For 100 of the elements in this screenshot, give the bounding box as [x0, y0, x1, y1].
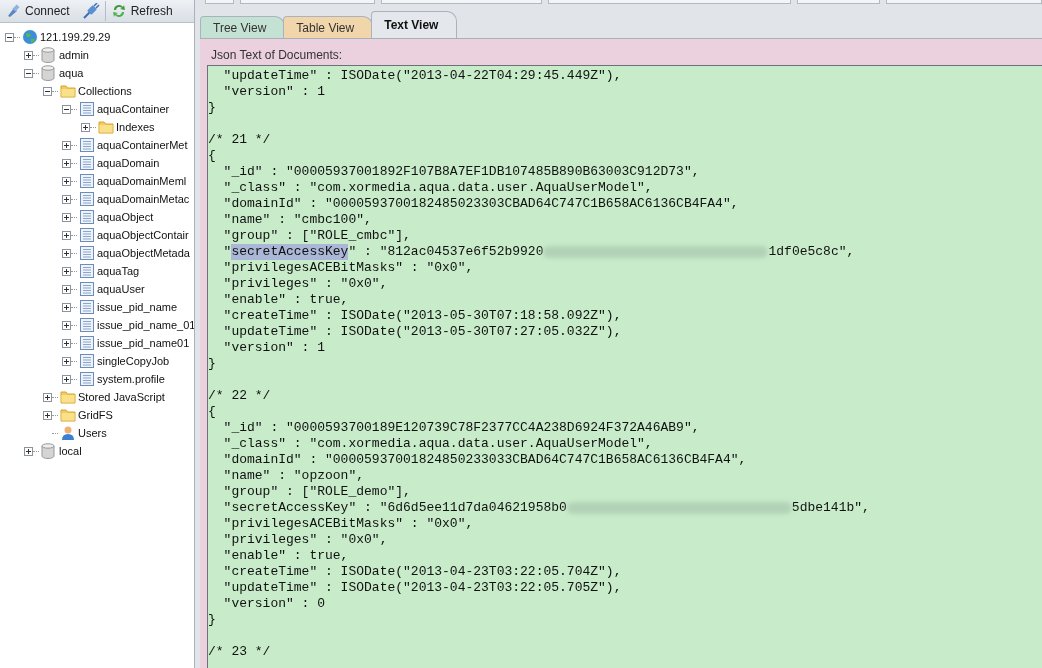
code-line: "domainId" : "00005937001824850233033CBAD64C747C1B658AC6136CB4FA4",: [222, 452, 747, 468]
table-icon: [79, 173, 95, 189]
code-text: " : "812ac04537e6f52b9920: [348, 244, 544, 260]
tree-item[interactable]: singleCopyJob: [96, 355, 171, 367]
code-line: "version" : 1: [222, 340, 326, 356]
code-line: }: [208, 100, 216, 116]
tree-item[interactable]: aquaDomainMeml: [96, 175, 188, 187]
table-icon: [79, 227, 95, 243]
code-line: "version" : 0: [222, 596, 326, 612]
code-line: {: [208, 148, 216, 164]
database-icon: [41, 47, 55, 63]
tree-item[interactable]: aqua: [58, 67, 85, 79]
expand-icon[interactable]: [62, 302, 71, 312]
code-line: "version" : 1: [222, 84, 326, 100]
tree-item[interactable]: aquaObject: [96, 211, 155, 223]
user-icon: [60, 425, 76, 441]
code-line: "updateTime" : ISODate("2013-04-22T04:29:45.449Z"),: [222, 68, 622, 84]
expand-icon[interactable]: [43, 410, 52, 420]
code-line: "createTime" : ISODate("2013-05-30T07:18:58.092Z"),: [222, 308, 622, 324]
table-icon: [79, 137, 95, 153]
code-line: "privilegesACEBitMasks" : "0x0",: [222, 516, 474, 532]
expand-icon[interactable]: [24, 50, 33, 60]
tree-item[interactable]: Indexes: [115, 121, 156, 133]
tree-item[interactable]: aquaObjectContair: [96, 229, 190, 241]
expand-icon[interactable]: [62, 158, 71, 168]
expand-icon[interactable]: [43, 392, 52, 402]
code-line: "_class" : "com.xormedia.aqua.data.user.AquaUserModel",: [222, 180, 653, 196]
expand-icon[interactable]: [62, 338, 71, 348]
expand-icon[interactable]: [62, 374, 71, 384]
tree-item[interactable]: aquaObjectMetada: [96, 247, 191, 259]
code-line: "updateTime" : ISODate("2013-04-23T03:22:05.705Z"),: [222, 580, 622, 596]
collapse-icon[interactable]: [43, 86, 52, 96]
tree-item[interactable]: issue_pid_name_01: [96, 319, 194, 331]
tree-item[interactable]: GridFS: [77, 409, 114, 421]
tree-item[interactable]: issue_pid_name01: [96, 337, 191, 349]
expand-icon[interactable]: [62, 140, 71, 150]
expand-icon[interactable]: [62, 176, 71, 186]
table-icon: [79, 281, 95, 297]
tree-item[interactable]: local: [58, 445, 83, 457]
expand-icon[interactable]: [62, 212, 71, 222]
expand-icon[interactable]: [62, 266, 71, 276]
code-line: "privileges" : "0x0",: [222, 532, 388, 548]
code-text: ": [222, 244, 232, 260]
table-icon: [79, 209, 95, 225]
tree-item[interactable]: admin: [58, 49, 90, 61]
code-line: {: [208, 404, 216, 420]
table-icon: [79, 335, 95, 351]
tree-item[interactable]: aquaDomainMetac: [96, 193, 191, 205]
tree-item[interactable]: aquaContainerMet: [96, 139, 189, 151]
globe-icon: [22, 29, 38, 45]
code-line: "name" : "cmbc100",: [222, 212, 372, 228]
tree-item[interactable]: issue_pid_name: [96, 301, 179, 313]
expand-icon[interactable]: [62, 284, 71, 294]
tree-item[interactable]: Users: [77, 427, 108, 439]
expand-icon[interactable]: [62, 230, 71, 240]
tree-item[interactable]: system.profile: [96, 373, 166, 385]
collapse-icon[interactable]: [5, 32, 14, 42]
expand-icon[interactable]: [62, 194, 71, 204]
code-line: "_id" : "0000593700189E120739C78F2377CC4A238D6924F372A46AB9",: [222, 420, 700, 436]
tree-item[interactable]: Collections: [77, 85, 133, 97]
view-tab[interactable]: Text View: [371, 11, 458, 38]
view-tab[interactable]: Table View: [283, 16, 374, 38]
code-line: /* 22 */: [208, 388, 271, 404]
expand-icon[interactable]: [62, 320, 71, 330]
table-icon: [79, 353, 95, 369]
plug-icon: [81, 3, 100, 19]
collapse-icon[interactable]: [62, 104, 71, 114]
code-line: }: [208, 356, 216, 372]
tree-item[interactable]: Stored JavaScript: [77, 391, 166, 403]
code-line: "group" : ["ROLE_cmbc"],: [222, 228, 411, 244]
tree-item[interactable]: aquaDomain: [96, 157, 161, 169]
refresh-button[interactable]: Refresh: [107, 1, 176, 21]
tree-item[interactable]: 121.199.29.29: [39, 31, 112, 43]
code-text: 5dbe141b",: [791, 500, 870, 516]
code-line: "privilegesACEBitMasks" : "0x0",: [222, 260, 474, 276]
panel-label: Json Text of Documents:: [210, 47, 344, 64]
tree-item[interactable]: aquaUser: [96, 283, 146, 295]
code-line: /* 23 */: [208, 644, 271, 660]
collapse-icon[interactable]: [24, 68, 33, 78]
view-tab[interactable]: Tree View: [200, 16, 286, 38]
tree-item[interactable]: aquaContainer: [96, 103, 171, 115]
table-icon: [79, 263, 95, 279]
connect-button[interactable]: Connect: [2, 1, 103, 21]
folder-icon: [60, 84, 76, 98]
refresh-icon: [110, 3, 127, 19]
code-line: /* 21 */: [208, 132, 271, 148]
table-icon: [79, 371, 95, 387]
expand-icon[interactable]: [62, 248, 71, 258]
expand-icon[interactable]: [62, 356, 71, 366]
table-icon: [79, 299, 95, 315]
database-icon: [41, 443, 55, 459]
tree-item[interactable]: aquaTag: [96, 265, 141, 277]
folder-icon: [60, 408, 76, 422]
expand-icon[interactable]: [24, 446, 33, 456]
expand-icon[interactable]: [81, 122, 90, 132]
code-line: "_class" : "com.xormedia.aqua.data.user.AquaUserModel",: [222, 436, 653, 452]
table-icon: [79, 191, 95, 207]
code-line: "group" : ["ROLE_demo"],: [222, 484, 411, 500]
database-icon: [41, 65, 55, 81]
selected-text: secretAccessKey: [231, 244, 349, 260]
